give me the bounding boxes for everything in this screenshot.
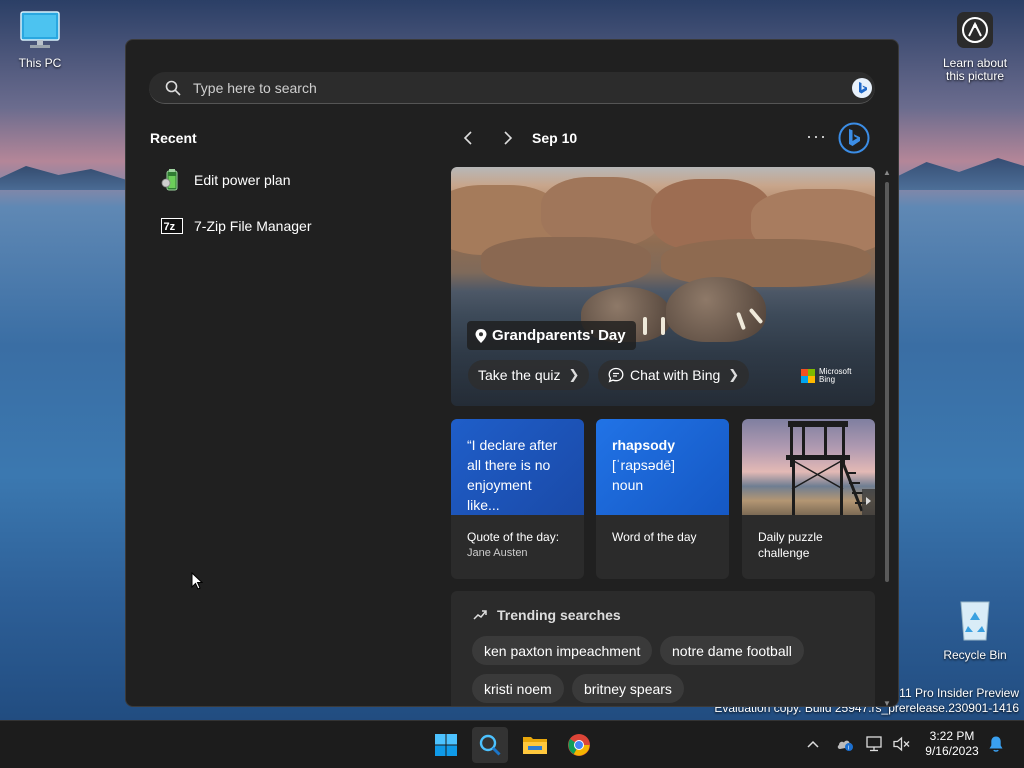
- scroll-down-icon[interactable]: ▼: [883, 699, 891, 706]
- recent-item-edit-power-plan[interactable]: Edit power plan: [150, 162, 420, 198]
- search-input[interactable]: [193, 79, 833, 96]
- bell-icon: [989, 736, 1003, 752]
- 7zip-icon: 7z: [161, 218, 183, 234]
- next-day-button[interactable]: [496, 126, 520, 150]
- microsoft-bing-brand: Microsoft Bing: [801, 368, 851, 384]
- volume-tray-icon[interactable]: [893, 735, 911, 753]
- learn-about-picture-label: Learn about this picture: [942, 56, 1008, 83]
- volume-muted-icon: [893, 736, 910, 752]
- highlights-date: Sep 10: [532, 130, 578, 146]
- location-pin-icon: [475, 328, 487, 343]
- brand-line2: Bing: [819, 375, 836, 384]
- take-quiz-label: Take the quiz: [478, 367, 561, 383]
- chevron-up-icon: [807, 740, 819, 748]
- quote-card-title: Quote of the day:: [467, 530, 560, 544]
- chevron-left-icon: [463, 131, 472, 145]
- desktop-wallpaper-right: [894, 158, 1024, 190]
- puzzle-card-title: Daily puzzle challenge: [758, 530, 823, 560]
- highlights-date-row: Sep 10 ···: [456, 122, 876, 154]
- file-explorer-button[interactable]: [517, 727, 553, 763]
- lifeguard-tower-image: [786, 421, 875, 515]
- clock[interactable]: 3:22 PM 9/16/2023: [920, 729, 984, 759]
- search-icon: [479, 734, 501, 756]
- recent-heading: Recent: [150, 130, 197, 146]
- notifications-button[interactable]: [987, 735, 1005, 753]
- quote-author: Jane Austen: [467, 547, 528, 559]
- battery-icon: [161, 169, 178, 191]
- word-part-of-speech: noun: [612, 477, 644, 493]
- clock-date: 9/16/2023: [925, 744, 979, 758]
- monitor-icon: [20, 11, 60, 48]
- taskbar-search-button[interactable]: [472, 727, 508, 763]
- folder-icon: [523, 737, 547, 754]
- trending-searches-panel: Trending searches ken paxton impeachment…: [451, 591, 875, 706]
- chrome-button[interactable]: [561, 727, 597, 763]
- trending-heading: Trending searches: [497, 607, 621, 623]
- search-box[interactable]: [149, 72, 875, 104]
- svg-text:i: i: [848, 745, 849, 751]
- previous-day-button[interactable]: [456, 126, 480, 150]
- this-pc-desktop-icon[interactable]: This PC: [0, 10, 80, 70]
- quote-text: “I declare after all there is no enjoyme…: [451, 419, 584, 515]
- recycle-bin-icon: [960, 601, 990, 641]
- chevron-right-icon: ❯: [728, 367, 740, 382]
- walrus-tusk: [643, 317, 647, 335]
- daily-puzzle-card[interactable]: Daily puzzle challenge: [742, 419, 875, 579]
- trending-chip[interactable]: notre dame football: [660, 636, 804, 665]
- recent-item-label: 7-Zip File Manager: [194, 218, 312, 234]
- network-tray-icon[interactable]: [866, 735, 884, 753]
- desktop-wallpaper-left: [0, 166, 130, 190]
- scroll-up-icon[interactable]: ▲: [883, 168, 891, 177]
- svg-text:7z: 7z: [164, 221, 176, 233]
- word-pronunciation: [ˈrapsədē]: [612, 457, 676, 473]
- network-icon: [866, 736, 882, 752]
- hero-location-tag[interactable]: Grandparents' Day: [467, 321, 636, 350]
- word-of-the-day-card[interactable]: rhapsody [ˈrapsədē] noun Word of the day: [596, 419, 729, 579]
- camera-info-icon: [957, 12, 993, 48]
- recent-item-label: Edit power plan: [194, 172, 291, 188]
- bing-chat-icon[interactable]: [851, 77, 873, 99]
- word: rhapsody: [612, 437, 676, 453]
- onedrive-tray-icon[interactable]: i: [836, 735, 854, 753]
- chevron-right-icon: ❯: [568, 367, 580, 382]
- trending-arrow-icon: [473, 610, 487, 620]
- learn-about-picture-desktop-icon[interactable]: Learn about this picture: [935, 12, 1015, 83]
- trending-chip[interactable]: ken paxton impeachment: [472, 636, 653, 665]
- recent-item-7zip[interactable]: 7z 7-Zip File Manager: [150, 208, 420, 244]
- search-icon: [165, 80, 181, 96]
- clock-time: 3:22 PM: [929, 729, 975, 743]
- show-hidden-icons-button[interactable]: [804, 735, 822, 753]
- windows-logo-icon: [435, 734, 457, 756]
- highlights-scrollbar[interactable]: ▲ ▼: [883, 168, 891, 706]
- hero-image-card[interactable]: Grandparents' Day Take the quiz ❯ Chat w…: [451, 167, 875, 406]
- recycle-bin-desktop-icon[interactable]: Recycle Bin: [935, 598, 1015, 662]
- more-options-button[interactable]: ···: [806, 126, 827, 147]
- start-button[interactable]: [428, 727, 464, 763]
- chat-with-bing-button[interactable]: Chat with Bing ❯: [598, 360, 750, 390]
- search-flyout: Recent Edit power plan 7z 7-Zip File Man…: [125, 39, 899, 707]
- scrollbar-thumb[interactable]: [885, 182, 889, 582]
- chat-with-bing-label: Chat with Bing: [630, 367, 721, 383]
- chrome-icon: [568, 734, 590, 756]
- chat-bubble-icon: [608, 367, 624, 383]
- hero-tag-label: Grandparents' Day: [492, 327, 626, 344]
- this-pc-label: This PC: [18, 56, 62, 70]
- rock-shape: [481, 237, 651, 287]
- walrus-tusk: [661, 317, 665, 335]
- mouse-cursor-icon: [191, 572, 203, 590]
- recycle-bin-label: Recycle Bin: [943, 648, 1007, 662]
- microsoft-logo-icon: [801, 369, 815, 383]
- chevron-right-icon: [504, 131, 513, 145]
- bing-logo-icon[interactable]: [838, 122, 870, 154]
- cloud-icon: i: [837, 740, 853, 751]
- puzzle-image: [742, 419, 875, 515]
- take-quiz-button[interactable]: Take the quiz ❯: [468, 360, 590, 390]
- trending-chip[interactable]: britney spears: [572, 674, 684, 703]
- taskbar: i 3:22 PM 9/16/2023: [0, 720, 1024, 768]
- word-card-title: Word of the day: [612, 530, 697, 544]
- quote-of-the-day-card[interactable]: “I declare after all there is no enjoyme…: [451, 419, 584, 579]
- trending-chip[interactable]: kristi noem: [472, 674, 564, 703]
